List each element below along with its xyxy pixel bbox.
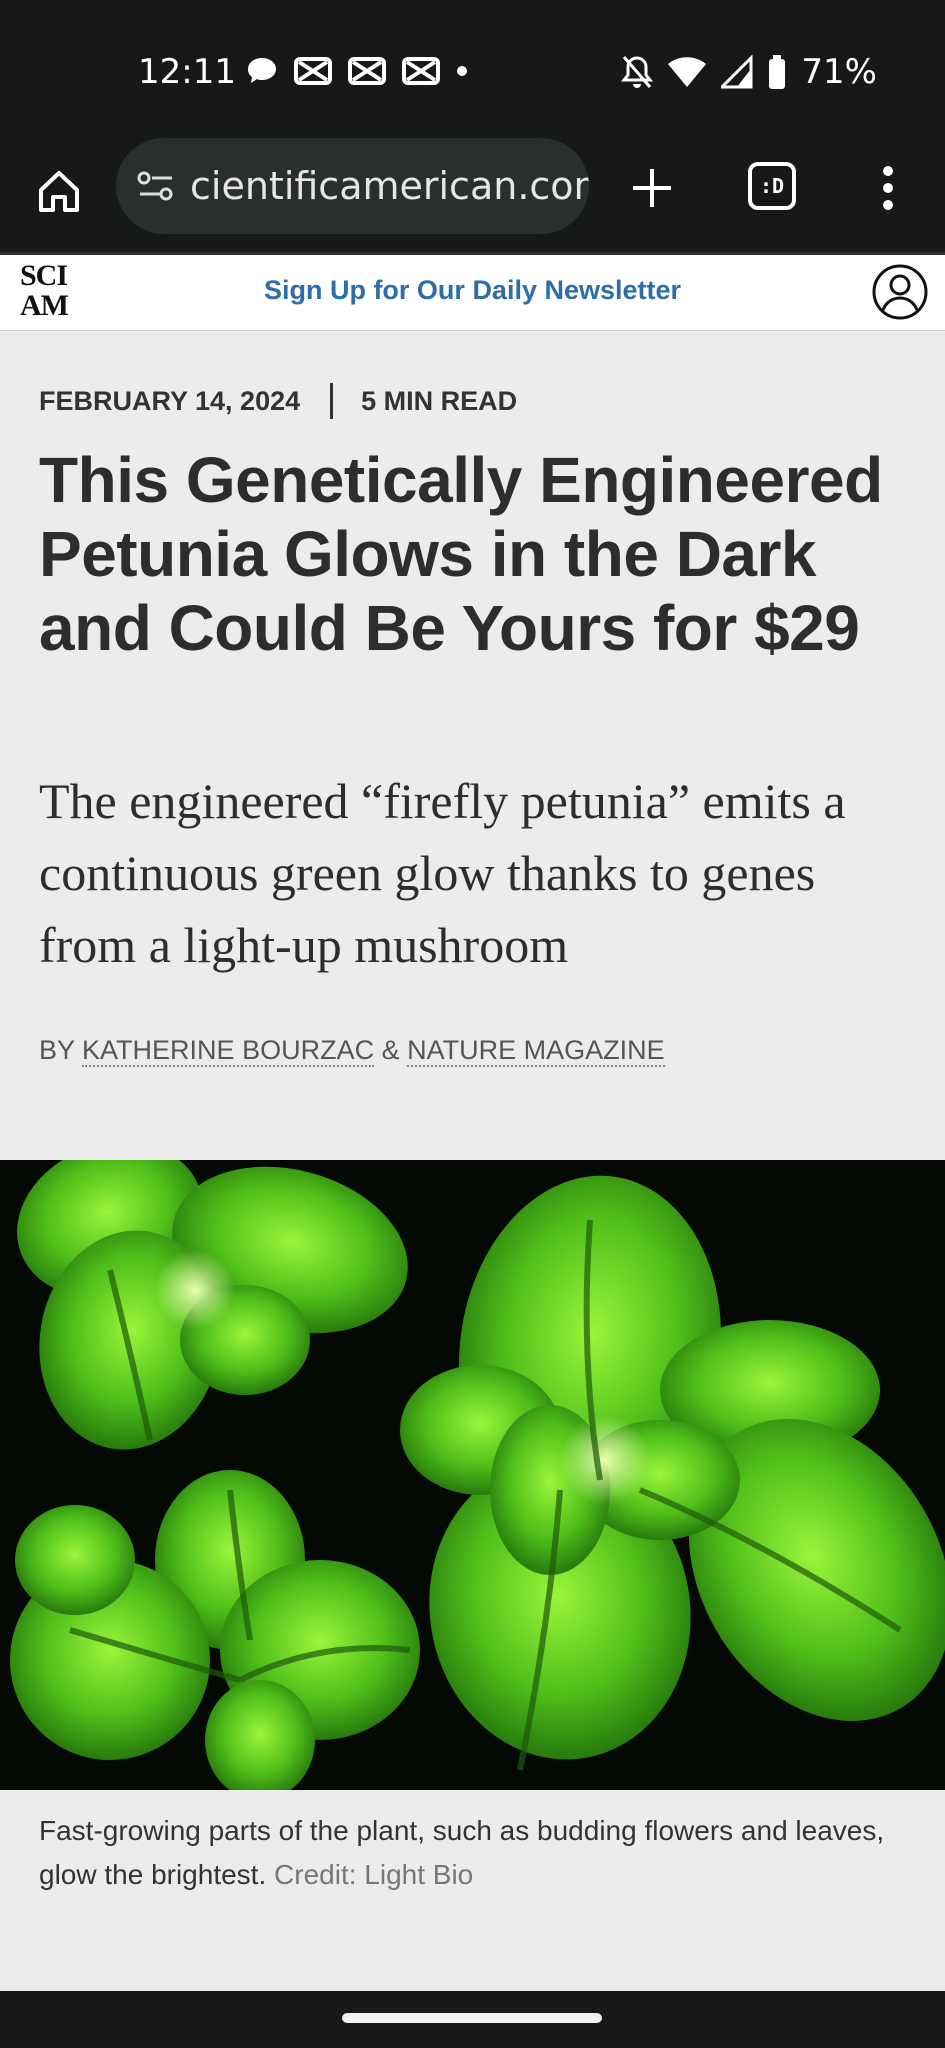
- bell-off-icon: [621, 56, 654, 88]
- account-icon[interactable]: [871, 263, 929, 321]
- cell-signal-icon: [721, 55, 753, 89]
- read-time: 5 MIN READ: [361, 385, 518, 416]
- status-time: 12:11: [138, 52, 236, 92]
- author-link[interactable]: KATHERINE BOURZAC: [82, 1035, 375, 1067]
- tune-icon: [137, 171, 173, 201]
- notification-icon: [402, 57, 440, 85]
- home-indicator[interactable]: [342, 2013, 602, 2023]
- meta-divider: [330, 383, 334, 419]
- home-icon: [39, 171, 79, 212]
- navigation-bar: [0, 1991, 945, 2048]
- article-dek: The engineered “firefly petunia” emits a…: [39, 773, 846, 973]
- publish-date: FEBRUARY 14, 2024: [39, 385, 301, 416]
- byline: BY KATHERINE BOURZAC & NATURE MAGAZINE: [39, 1035, 665, 1067]
- home-button[interactable]: [30, 162, 88, 220]
- address-bar[interactable]: cientificamerican.com: [116, 138, 589, 234]
- battery-percent: 71%: [801, 52, 877, 92]
- tab-switcher-button[interactable]: :D: [748, 162, 796, 210]
- image-credit: Credit: Light Bio: [274, 1859, 474, 1890]
- new-tab-button[interactable]: [626, 162, 678, 214]
- tabs-icon: :D: [759, 174, 785, 198]
- status-notification-icons: [245, 54, 469, 88]
- article: FEBRUARY 14, 2024 5 MIN READ This Geneti…: [0, 331, 945, 1991]
- author-link[interactable]: NATURE MAGAZINE: [407, 1035, 665, 1067]
- battery-icon: [769, 55, 786, 89]
- newsletter-signup-link[interactable]: Sign Up for Our Daily Newsletter: [0, 275, 945, 306]
- wifi-icon: [668, 57, 707, 87]
- notification-icon: [348, 57, 386, 85]
- more-menu-button[interactable]: [870, 162, 906, 214]
- site-settings-button[interactable]: [134, 164, 178, 208]
- image-caption: Fast-growing parts of the plant, such as…: [39, 1815, 885, 1890]
- article-meta: FEBRUARY 14, 2024 5 MIN READ: [39, 383, 517, 419]
- status-system-icons: 71%: [621, 50, 877, 94]
- url-text[interactable]: cientificamerican.com: [190, 164, 589, 208]
- hero-image: [0, 1160, 945, 1790]
- more-vert-icon: [883, 166, 893, 176]
- article-headline: This Genetically Engineered Petunia Glow…: [39, 444, 883, 664]
- chat-bubble-icon: [248, 58, 276, 83]
- plus-icon: [633, 169, 671, 207]
- browser-toolbar: cientificamerican.com :D: [0, 138, 945, 255]
- site-header: SCI AM Sign Up for Our Daily Newsletter: [0, 255, 945, 331]
- status-bar: 12:11 71%: [0, 0, 945, 138]
- dot-icon: [457, 66, 467, 76]
- notification-icon: [294, 57, 332, 85]
